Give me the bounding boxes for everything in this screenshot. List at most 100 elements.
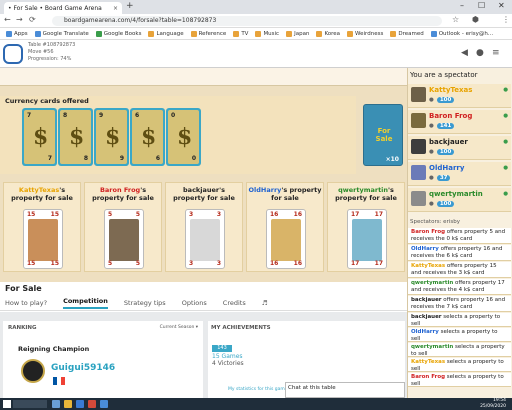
url-field[interactable]: boardgamearena.com/4/forsale?table=10879… <box>52 16 442 26</box>
bookmark-item[interactable]: Outlook - erisy@h... <box>430 30 494 37</box>
new-tab-button[interactable]: + <box>126 1 134 11</box>
player-board: OldHarry ● 37 ● <box>408 162 511 186</box>
log-player[interactable]: OldHarry <box>411 246 439 252</box>
bookmark-folder-icon <box>286 30 293 37</box>
owner-name[interactable]: qwertymartin <box>338 186 388 194</box>
chrome-icon[interactable] <box>88 400 96 408</box>
bookmark-label: Language <box>156 30 184 37</box>
bookmark-item[interactable]: Google Translate <box>34 30 89 37</box>
spectators-line: Spectators: erisby <box>410 219 460 225</box>
address-bar-row: ← → ⟳ boardgamearena.com/4/forsale?table… <box>0 14 512 28</box>
log-player[interactable]: backjauer <box>411 297 442 303</box>
file-explorer-icon[interactable] <box>64 400 72 408</box>
back-icon[interactable]: ← <box>4 15 11 24</box>
owner-name[interactable]: backjauer <box>183 186 219 194</box>
statistics-link[interactable]: My statistics for this game <box>228 387 288 392</box>
bookmark-folder-icon <box>430 30 437 37</box>
table-number: Table #108792873 <box>28 42 76 48</box>
page-tab[interactable]: Strategy tips <box>124 299 166 307</box>
system-clock[interactable]: 19:54 25/09/2020 <box>480 398 506 410</box>
minimize-icon[interactable]: – <box>460 1 464 10</box>
owner-name[interactable]: Baron Frog <box>100 186 140 194</box>
bookmark-item[interactable]: Apps <box>6 30 28 37</box>
property-card: 16 16 16 16 <box>266 209 306 269</box>
player-name[interactable]: OldHarry <box>429 164 464 172</box>
task-view-icon[interactable] <box>52 400 60 408</box>
player-name[interactable]: backjauer <box>429 138 468 146</box>
player-avatar[interactable] <box>411 113 426 128</box>
page-tab[interactable]: Credits <box>223 299 246 307</box>
log-player[interactable]: Baron Frog <box>411 374 445 380</box>
bookmark-item[interactable]: Language <box>148 30 184 37</box>
browser-tab[interactable]: • For Sale • Board Game Arena × <box>4 2 122 14</box>
bookmark-item[interactable]: Reference <box>190 30 226 37</box>
card-value-top: 8 <box>63 112 68 119</box>
log-entry: Baron Frog selects a property to sell <box>408 373 511 387</box>
bookmark-item[interactable]: Weirdness <box>347 30 383 37</box>
bookmark-item[interactable]: Dreamed <box>390 30 424 37</box>
property-panel-title: Baron Frog's property for sale <box>85 186 161 202</box>
window-close-icon[interactable]: ✕ <box>498 1 505 10</box>
hamburger-menu-icon[interactable]: ≡ <box>492 48 500 58</box>
log-player[interactable]: KattyTexas <box>411 359 445 365</box>
owner-name[interactable]: OldHarry <box>249 186 282 194</box>
log-player[interactable]: backjauer <box>411 314 442 320</box>
log-player[interactable]: qwertymartin <box>411 280 453 286</box>
chat-window[interactable]: Chat at this table <box>285 382 405 398</box>
player-name[interactable]: qwertymartin <box>429 190 483 198</box>
player-board: backjauer ● 100 ● <box>408 136 511 160</box>
windows-taskbar: 19:54 25/09/2020 <box>0 398 512 410</box>
property-number-tr: 16 <box>293 211 302 218</box>
player-score: ● 100 <box>429 149 455 155</box>
user-icon[interactable]: ● <box>476 48 484 58</box>
bookmark-item[interactable]: Music <box>255 30 279 37</box>
page-tab[interactable]: Options <box>182 299 207 307</box>
player-avatar[interactable] <box>411 139 426 154</box>
page-tab[interactable]: ♬ <box>262 299 268 307</box>
sound-icon[interactable]: ◀ <box>461 48 468 58</box>
page-tab[interactable]: How to play? <box>5 299 47 307</box>
bga-logo-icon[interactable] <box>3 44 23 64</box>
bookmark-item[interactable]: Japan <box>286 30 309 37</box>
extension-icon[interactable]: ⬢ <box>472 15 479 24</box>
close-tab-icon[interactable]: × <box>113 5 118 12</box>
player-avatar[interactable] <box>411 165 426 180</box>
player-name[interactable]: KattyTexas <box>429 86 472 94</box>
forward-icon[interactable]: → <box>16 15 23 24</box>
bookmark-folder-icon <box>255 30 262 37</box>
property-image <box>190 219 220 261</box>
dollar-icon: $ <box>177 124 193 150</box>
log-player[interactable]: OldHarry <box>411 329 439 335</box>
champion-name[interactable]: Guigui59146 <box>51 363 115 373</box>
currency-card-face: 9 $ 9 <box>96 110 127 164</box>
site-header: Table #108792873 Move #56 Progression: 7… <box>0 40 512 68</box>
season-select[interactable]: Current Season ▾ <box>160 325 198 330</box>
deck-logo: For Sale <box>375 127 393 143</box>
currency-card: 6 $ 6 <box>130 108 165 166</box>
menu-icon[interactable]: ⋮ <box>502 15 510 24</box>
player-name[interactable]: Baron Frog <box>429 112 472 120</box>
edge-icon[interactable] <box>76 400 84 408</box>
log-player[interactable]: KattyTexas <box>411 263 445 269</box>
victories-count: 4 Victories <box>212 360 244 367</box>
log-player[interactable]: Baron Frog <box>411 229 445 235</box>
champion-avatar[interactable] <box>21 359 45 383</box>
player-avatar[interactable] <box>411 191 426 206</box>
bookmark-item[interactable]: Google Books <box>95 30 141 37</box>
log-player[interactable]: qwertymartin <box>411 344 453 350</box>
currency-card-face: 0 $ 0 <box>168 110 199 164</box>
bookmark-item[interactable]: Korea <box>316 30 340 37</box>
bookmark-label: Outlook - erisy@h... <box>438 30 494 37</box>
taskbar-search[interactable] <box>13 400 47 408</box>
bookmark-item[interactable]: TV <box>233 30 248 37</box>
mail-icon[interactable] <box>100 400 108 408</box>
windows-start-icon[interactable] <box>3 400 11 408</box>
property-card: 5 5 5 5 <box>104 209 144 269</box>
maximize-icon[interactable]: ☐ <box>478 1 485 10</box>
reload-icon[interactable]: ⟳ <box>29 15 36 24</box>
owner-name[interactable]: KattyTexas <box>19 186 59 194</box>
spectator-name[interactable]: erisby <box>443 219 460 225</box>
player-avatar[interactable] <box>411 87 426 102</box>
star-icon[interactable]: ☆ <box>452 15 459 24</box>
page-tab[interactable]: Competition <box>63 297 108 309</box>
